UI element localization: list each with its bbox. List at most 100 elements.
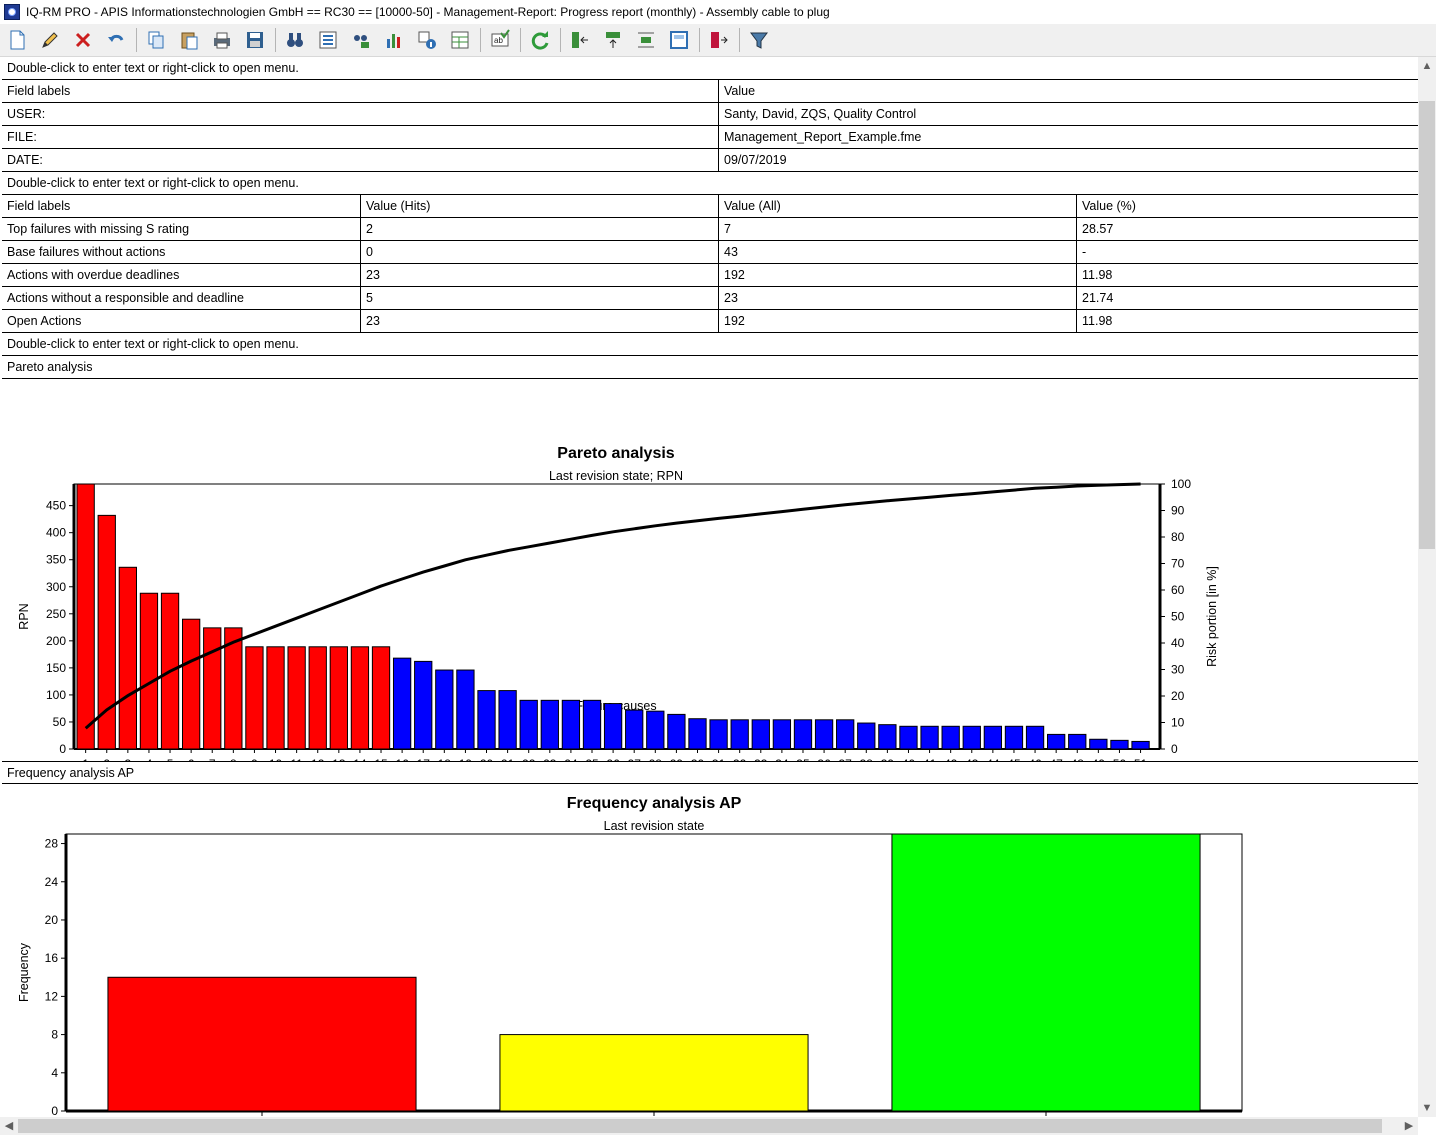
table-row[interactable]: Top failures with missing S rating 2 7 2… (2, 218, 1418, 241)
title-bar: IQ-RM PRO - APIS Informationstechnologie… (0, 0, 1436, 24)
stats-table-header: Field labels Value (Hits) Value (All) Va… (2, 195, 1418, 218)
info-button[interactable] (414, 27, 440, 53)
y-tick-label: 0 (59, 742, 66, 756)
y-tick-label: 350 (46, 553, 66, 567)
pareto-bar (857, 722, 876, 750)
y2-tick-label: 10 (1171, 716, 1185, 730)
funnel-filter-icon (750, 32, 768, 49)
y-tick-label: 4 (51, 1066, 58, 1080)
y2-tick-label: 30 (1171, 663, 1185, 677)
find-binoculars-button[interactable] (282, 27, 308, 53)
hint-text: Double-click to enter text or right-clic… (7, 337, 299, 351)
pareto-bar (350, 646, 370, 750)
stats-cell-hits: 2 (360, 218, 718, 240)
undo-icon (108, 34, 124, 42)
hint-row[interactable]: Double-click to enter text or right-clic… (2, 57, 1418, 80)
hint-row[interactable]: Double-click to enter text or right-clic… (2, 172, 1418, 195)
pareto-section-header[interactable]: Pareto analysis (2, 356, 1418, 379)
pareto-bar (371, 646, 391, 750)
align-left-button[interactable] (567, 27, 593, 53)
align-middle-button[interactable] (633, 27, 659, 53)
frame-button[interactable] (666, 27, 692, 53)
horizontal-scrollbar[interactable]: ◀ ▶ (0, 1117, 1418, 1135)
table-row[interactable]: Open Actions 23 192 11.98 (2, 310, 1418, 333)
scroll-up-icon[interactable]: ▲ (1418, 57, 1436, 75)
toolbar-separator (739, 28, 740, 52)
table-row[interactable]: Actions without a responsible and deadli… (2, 287, 1418, 310)
delete-x-button[interactable] (70, 27, 96, 53)
pareto-bar (688, 718, 707, 750)
vertical-scroll-thumb[interactable] (1419, 101, 1435, 549)
paste-button[interactable] (176, 27, 202, 53)
table-view-button[interactable] (447, 27, 473, 53)
undo-button[interactable] (103, 27, 129, 53)
stats-cell-all: 192 (718, 310, 1076, 332)
refresh-button[interactable] (527, 27, 553, 53)
y-tick-label: 20 (45, 913, 59, 927)
print-button[interactable] (209, 27, 235, 53)
align-left-icon (572, 32, 588, 48)
pareto-bar (1068, 733, 1087, 750)
scroll-left-icon[interactable]: ◀ (0, 1117, 18, 1135)
align-top-button[interactable] (600, 27, 626, 53)
vertical-scrollbar[interactable]: ▲ ▼ (1418, 57, 1436, 1117)
pareto-bar (603, 703, 623, 750)
info-cell-value: 09/07/2019 (718, 149, 1418, 171)
y2-tick-label: 90 (1171, 504, 1185, 518)
stats-cell-label: Actions without a responsible and deadli… (7, 291, 244, 305)
scroll-down-icon[interactable]: ▼ (1418, 1099, 1436, 1117)
toolbar-separator (560, 28, 561, 52)
scroll-right-icon[interactable]: ▶ (1400, 1117, 1418, 1135)
frequency-section-label: Frequency analysis AP (7, 766, 135, 780)
pareto-bar (646, 710, 665, 750)
spell-check-button[interactable]: ab (487, 27, 513, 53)
y2-tick-label: 50 (1171, 610, 1185, 624)
filter-binoculars-button[interactable] (348, 27, 374, 53)
save-button[interactable] (242, 27, 268, 53)
bar-chart-button[interactable] (381, 27, 407, 53)
pareto-chart[interactable]: Pareto analysis Last revision state; RPN 0… (2, 379, 1418, 761)
delete-x-icon (75, 32, 91, 48)
stats-header-percent: Value (%) (1076, 195, 1418, 217)
table-row[interactable]: Base failures without actions 0 43 - (2, 241, 1418, 264)
edit-pencil-button[interactable] (37, 27, 63, 53)
toolbar-separator (136, 28, 137, 52)
pareto-bar (730, 719, 749, 750)
y-tick-label: 8 (51, 1028, 58, 1042)
table-row[interactable]: DATE: 09/07/2019 (2, 149, 1418, 172)
hint-row[interactable]: Double-click to enter text or right-clic… (2, 333, 1418, 356)
pareto-bar (1004, 725, 1024, 750)
new-document-button[interactable] (4, 27, 30, 53)
pareto-bar (1110, 739, 1129, 750)
pareto-bar (181, 618, 201, 750)
pareto-bar (561, 699, 581, 750)
remove-red-button[interactable] (706, 27, 732, 53)
stats-cell-percent: 21.74 (1076, 287, 1418, 309)
frequency-section-header[interactable]: Frequency analysis AP (2, 761, 1418, 784)
stats-cell-label: Base failures without actions (7, 245, 166, 259)
pareto-bar (435, 669, 454, 750)
pareto-bar (414, 660, 433, 750)
table-row[interactable]: Actions with overdue deadlines 23 192 11… (2, 264, 1418, 287)
stats-header-field-labels: Field labels (7, 199, 71, 213)
bar-chart-icon (387, 34, 400, 48)
table-row[interactable]: USER: Santy, David, ZQS, Quality Control (2, 103, 1418, 126)
copy-button[interactable] (143, 27, 169, 53)
pareto-bar (287, 646, 306, 750)
frequency-bar (107, 976, 417, 1112)
y-tick-label: 200 (46, 634, 66, 648)
horizontal-scroll-thumb[interactable] (18, 1119, 1382, 1133)
hint-text: Double-click to enter text or right-clic… (7, 176, 299, 190)
chart-subtitle: Last revision state (604, 819, 705, 833)
pareto-bar (793, 719, 813, 750)
table-row[interactable]: FILE: Management_Report_Example.fme (2, 126, 1418, 149)
new-document-icon (10, 30, 25, 50)
info-header-field-labels: Field labels (7, 84, 71, 98)
funnel-filter-button[interactable] (746, 27, 772, 53)
frequency-chart[interactable]: Frequency analysis AP Last revision state… (2, 784, 1418, 1117)
pareto-bar (983, 725, 1003, 750)
list-view-button[interactable] (315, 27, 341, 53)
pareto-bar (329, 646, 348, 750)
pareto-bar (941, 725, 960, 750)
info-cell-label: DATE: (7, 153, 43, 167)
